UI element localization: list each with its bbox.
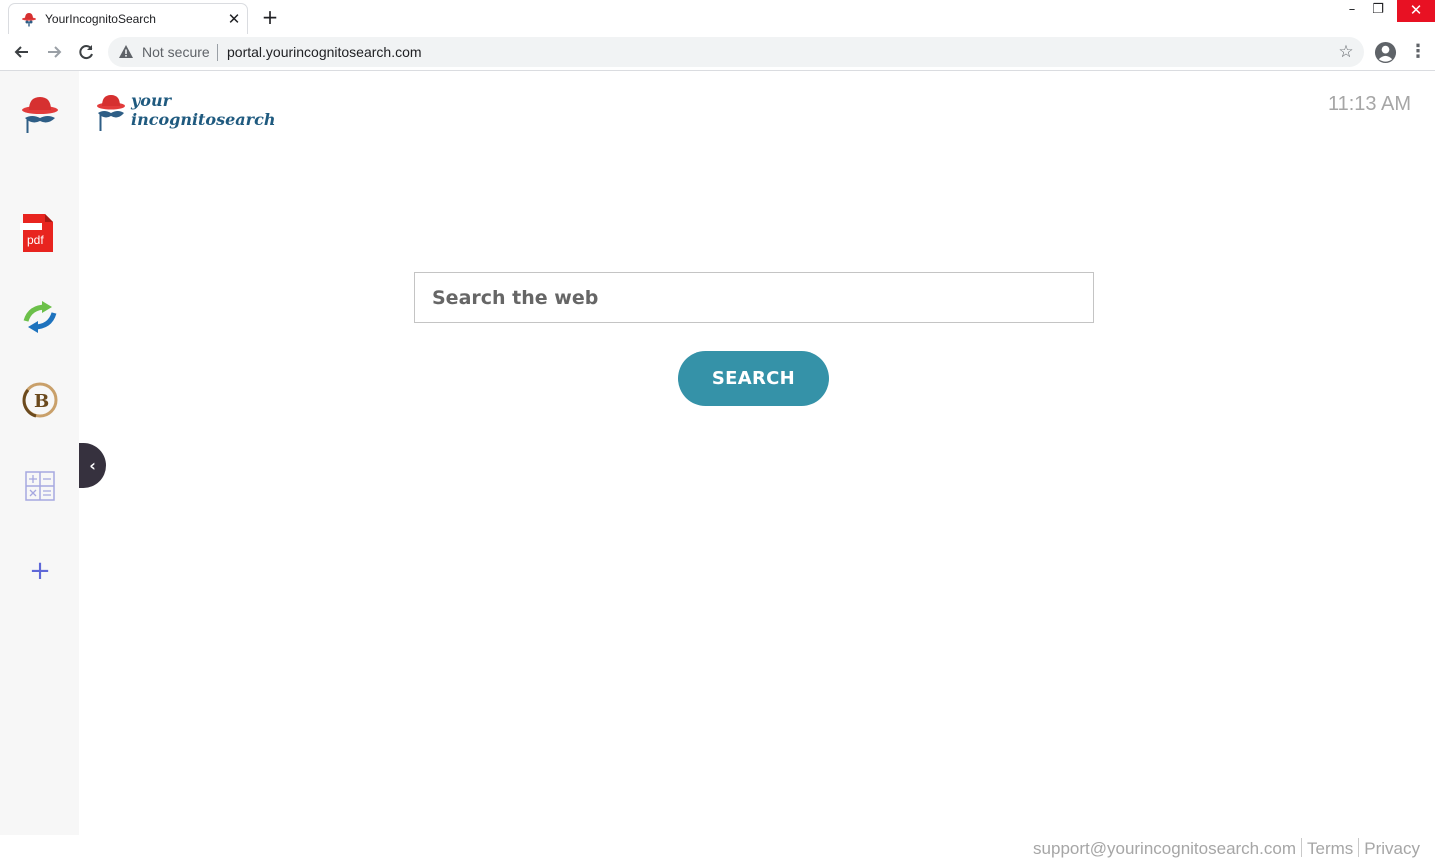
footer-divider <box>1358 838 1360 857</box>
bitcoin-icon-label: B <box>34 391 49 412</box>
bitcoin-icon[interactable]: B <box>20 380 60 420</box>
browser-tab-bar: YourIncognitoSearch ✕ + – ❐ ✕ <box>0 0 1435 34</box>
profile-icon[interactable] <box>1374 41 1397 64</box>
logo-line-1: your <box>131 91 172 110</box>
incognito-hat-favicon-icon <box>22 13 36 27</box>
terms-link[interactable]: Terms <box>1307 839 1353 859</box>
pdf-icon-label: pdf <box>27 233 44 247</box>
back-arrow-icon[interactable] <box>8 38 36 66</box>
sidebar: pdf B + <box>0 71 79 835</box>
logo-text: your incognitosearch <box>131 91 275 129</box>
add-icon[interactable]: + <box>20 551 60 591</box>
tab-close-icon[interactable]: ✕ <box>225 10 243 28</box>
sidebar-collapse-button[interactable]: ‹ <box>79 443 106 488</box>
kebab-menu-icon[interactable]: ⋮ <box>1409 42 1427 62</box>
browser-toolbar: Not secure portal.yourincognitosearch.co… <box>0 34 1435 71</box>
incognito-hat-logo-icon <box>97 95 125 131</box>
site-logo[interactable]: your incognitosearch <box>96 91 275 133</box>
search-button[interactable]: SEARCH <box>678 351 829 406</box>
calculator-icon[interactable] <box>20 466 60 506</box>
address-bar[interactable]: Not secure portal.yourincognitosearch.co… <box>108 37 1364 67</box>
search-input[interactable] <box>414 272 1094 323</box>
window-maximize-button[interactable]: ❐ <box>1363 0 1393 22</box>
support-email-link[interactable]: support@yourincognitosearch.com <box>1033 839 1296 859</box>
footer-links: support@yourincognitosearch.com Terms Priv… <box>1033 838 1420 859</box>
logo-line-2: incognitosearch <box>131 110 276 129</box>
incognito-hat-icon[interactable] <box>20 95 60 135</box>
reload-icon[interactable] <box>72 38 100 66</box>
url-text[interactable]: portal.yourincognitosearch.com <box>227 44 422 60</box>
clock: 11:13 AM <box>1327 93 1411 115</box>
browser-tab[interactable]: YourIncognitoSearch ✕ <box>8 3 248 34</box>
pdf-icon[interactable]: pdf <box>20 214 60 254</box>
footer-divider <box>1300 838 1302 857</box>
warning-icon[interactable] <box>118 44 134 60</box>
page-content: pdf B + ‹ your incognitosearch 11:13 AM … <box>0 71 1435 861</box>
tab-title: YourIncognitoSearch <box>45 12 156 26</box>
security-status[interactable]: Not secure <box>142 44 210 60</box>
new-tab-button[interactable]: + <box>258 5 282 29</box>
window-close-button[interactable]: ✕ <box>1397 0 1435 22</box>
forward-arrow-icon[interactable] <box>40 38 68 66</box>
privacy-link[interactable]: Privacy <box>1364 839 1420 859</box>
star-icon[interactable]: ☆ <box>1336 42 1356 62</box>
convert-arrows-icon[interactable] <box>20 297 60 337</box>
omnibox-divider <box>217 44 218 61</box>
